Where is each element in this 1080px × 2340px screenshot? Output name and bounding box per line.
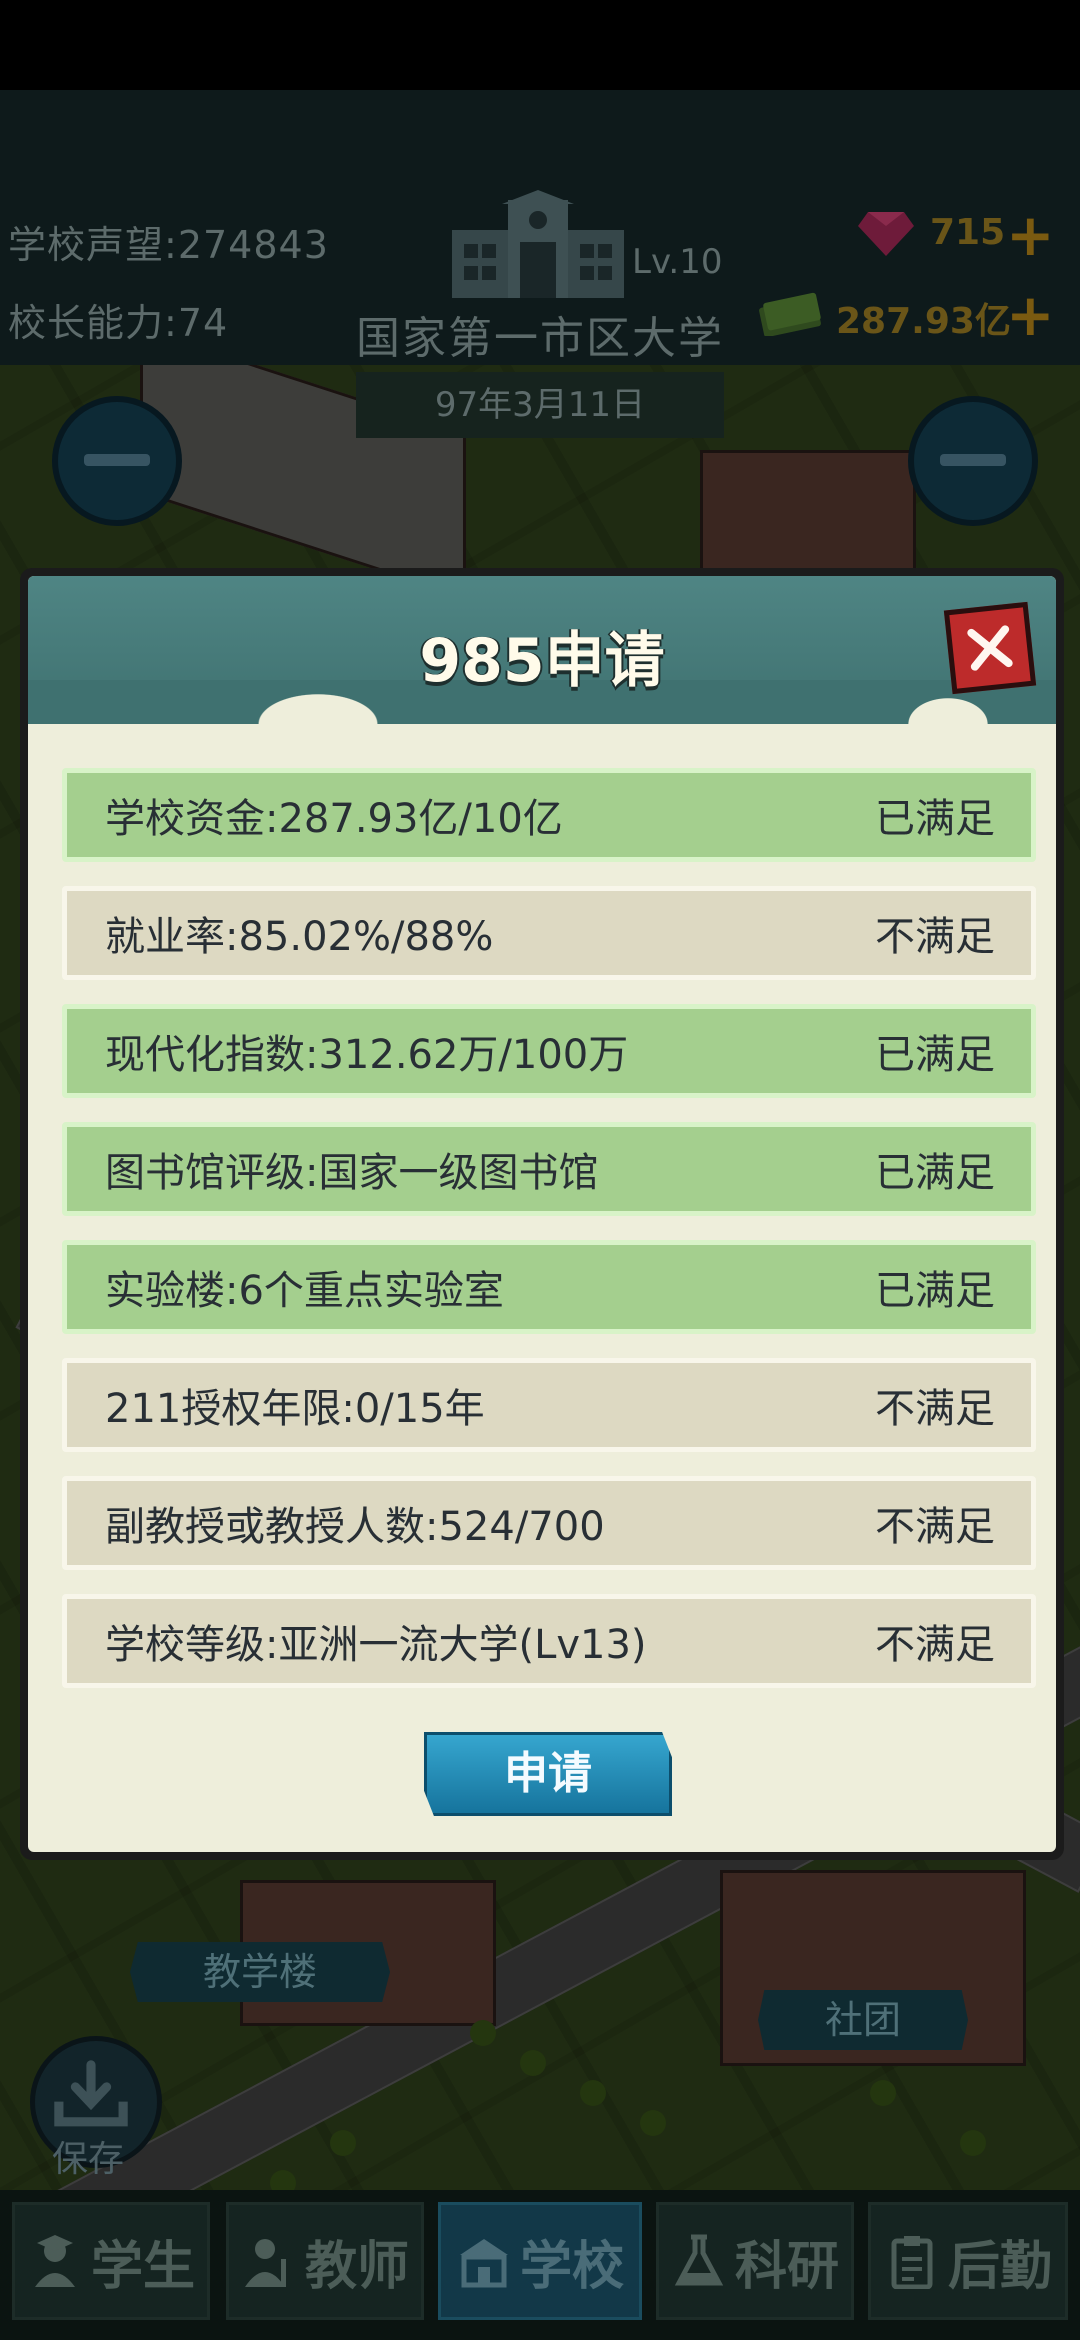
save-label: 保存	[52, 2139, 125, 2180]
requirement-row-school-level: 学校等级:亚洲一流大学(Lv13) 不满足	[62, 1594, 1036, 1688]
requirement-status: 不满足	[875, 1386, 995, 1432]
requirement-row-employment: 就业率:85.02%/88% 不满足	[62, 886, 1036, 980]
reputation-value: 274843	[177, 223, 329, 267]
teacher-icon	[244, 2239, 286, 2287]
add-money-button[interactable]: +	[1006, 286, 1055, 344]
bottom-nav: 学生 教师 学校 科研 后勤	[0, 2190, 1080, 2340]
tab-logistics[interactable]: 后勤	[868, 2202, 1068, 2320]
tab-label: 科研	[734, 2236, 839, 2297]
map-tree	[580, 2080, 606, 2106]
gem-icon	[858, 212, 914, 256]
map-label-teaching-building[interactable]: 教学楼	[130, 1942, 390, 2002]
application-dialog: 985申请 学校资金:287.93亿/10亿 已满足 就业率:85.02%/88…	[20, 568, 1064, 1860]
requirement-status: 不满足	[875, 1622, 995, 1668]
minus-icon	[84, 454, 150, 466]
add-gems-button[interactable]: +	[1006, 206, 1055, 264]
requirement-text: 就业率:85.02%/88%	[105, 914, 494, 960]
requirement-text: 图书馆评级:国家一级图书馆	[105, 1150, 599, 1196]
map-building	[140, 327, 466, 599]
requirement-status: 已满足	[875, 1150, 995, 1196]
zoom-out-button-right[interactable]	[908, 396, 1038, 526]
map-tree	[330, 2130, 356, 2156]
principal-value: 74	[177, 301, 229, 345]
tab-students[interactable]: 学生	[12, 2202, 210, 2320]
student-icon	[34, 2235, 75, 2287]
close-icon	[967, 625, 1013, 671]
principal-stat: 校长能力:74	[8, 292, 228, 347]
requirement-row-professors: 副教授或教授人数:524/700 不满足	[62, 1476, 1036, 1570]
requirement-status: 不满足	[875, 914, 995, 960]
school-building-icon	[452, 190, 624, 298]
requirement-status: 已满足	[875, 1032, 995, 1078]
requirement-text: 实验楼:6个重点实验室	[105, 1268, 504, 1314]
status-bar	[0, 0, 1080, 90]
game-date: 97年3月11日	[356, 372, 724, 438]
requirement-row-lab: 实验楼:6个重点实验室 已满足	[62, 1240, 1036, 1334]
reputation-label: 学校声望:	[8, 223, 178, 267]
dialog-title: 985申请	[419, 626, 665, 696]
clipboard-icon	[891, 2236, 933, 2289]
map-tree	[960, 2130, 986, 2156]
requirement-status: 不满足	[875, 1504, 995, 1550]
tab-research[interactable]: 科研	[656, 2202, 854, 2320]
map-tree	[870, 2080, 896, 2106]
map-building	[700, 450, 916, 586]
requirement-row-library: 图书馆评级:国家一级图书馆 已满足	[62, 1122, 1036, 1216]
map-tree	[470, 2020, 496, 2046]
requirement-text: 现代化指数:312.62万/100万	[105, 1032, 629, 1078]
dialog-body: 985申请 学校资金:287.93亿/10亿 已满足 就业率:85.02%/88…	[28, 576, 1056, 1852]
requirement-text: 学校资金:287.93亿/10亿	[105, 796, 563, 842]
close-button[interactable]	[943, 601, 1037, 695]
requirement-row-funds: 学校资金:287.93亿/10亿 已满足	[62, 768, 1036, 862]
principal-label: 校长能力:	[8, 301, 178, 345]
zoom-out-button-left[interactable]	[52, 396, 182, 526]
requirement-status: 已满足	[875, 1268, 995, 1314]
tab-label: 后勤	[947, 2236, 1052, 2297]
gems-value: 715	[930, 212, 1006, 253]
requirement-row-211-years: 211授权年限:0/15年 不满足	[62, 1358, 1036, 1452]
reputation-stat: 学校声望:274843	[8, 214, 329, 269]
flask-icon	[674, 2234, 724, 2286]
map-tree	[640, 2110, 666, 2136]
minus-icon	[940, 454, 1006, 466]
tab-school[interactable]: 学校	[438, 2202, 642, 2320]
school-level: Lv.10	[632, 242, 723, 282]
tab-label: 学校	[519, 2236, 624, 2297]
requirement-text: 副教授或教授人数:524/700	[105, 1504, 605, 1550]
requirement-text: 学校等级:亚洲一流大学(Lv13)	[105, 1622, 647, 1668]
tab-teachers[interactable]: 教师	[226, 2202, 424, 2320]
cash-icon	[759, 292, 821, 336]
tab-label: 学生	[90, 2236, 195, 2297]
requirement-text: 211授权年限:0/15年	[105, 1386, 485, 1432]
school-icon	[459, 2239, 508, 2288]
apply-button[interactable]: 申请	[424, 1732, 672, 1816]
requirement-row-modernization: 现代化指数:312.62万/100万 已满足	[62, 1004, 1036, 1098]
requirement-status: 已满足	[875, 796, 995, 842]
school-name: 国家第一市区大学	[356, 313, 724, 364]
map-label-club[interactable]: 社团	[758, 1990, 968, 2050]
money-value: 287.93亿	[836, 301, 1011, 342]
tab-label: 教师	[304, 2236, 409, 2297]
map-tree	[520, 2050, 546, 2076]
